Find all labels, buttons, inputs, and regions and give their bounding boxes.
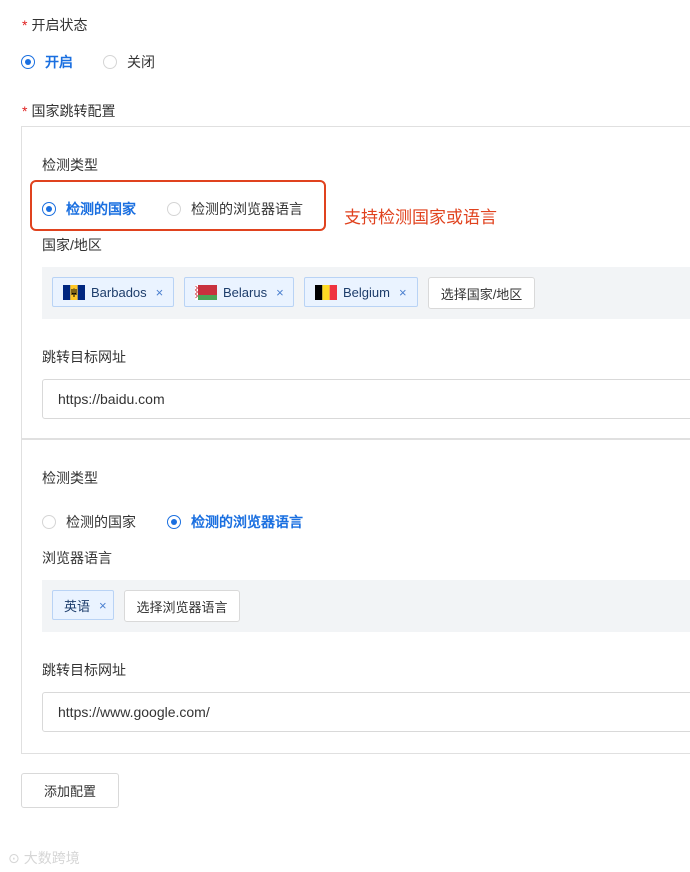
belgium-flag-icon	[315, 284, 337, 300]
country-tag-barbados: Barbados ×	[52, 277, 174, 307]
belarus-flag-icon	[195, 284, 217, 300]
target-url-input[interactable]: https://baidu.com	[42, 379, 690, 419]
radio-checked-icon	[21, 55, 35, 69]
tag-label: Barbados	[91, 284, 147, 300]
status-radio-group: 开启 关闭	[21, 52, 155, 72]
barbados-flag-icon	[63, 284, 85, 300]
tag-label: 英语	[64, 598, 91, 614]
select-browser-language-button[interactable]: 选择浏览器语言	[124, 590, 240, 622]
close-icon[interactable]: ×	[276, 285, 284, 300]
status-radio-off[interactable]: 关闭	[103, 52, 155, 72]
target-url-input[interactable]: https://www.google.com/	[42, 692, 690, 732]
close-icon[interactable]: ×	[99, 598, 107, 613]
annotation-text: 支持检测国家或语言	[344, 208, 497, 227]
status-field-label: * 开启状态	[22, 17, 88, 33]
browser-language-label: 浏览器语言	[42, 550, 112, 566]
tag-label: Belgium	[343, 284, 390, 300]
country-tag-area: Barbados × Belarus × Belgium × 选择国家/地区	[42, 267, 690, 319]
detect-type-radio-group: 检测的国家 检测的浏览器语言	[42, 512, 303, 532]
status-radio-on[interactable]: 开启	[21, 52, 73, 72]
close-icon[interactable]: ×	[156, 285, 164, 300]
radio-unchecked-icon	[42, 515, 56, 529]
required-mark: *	[22, 17, 28, 33]
language-tag-english: 英语 ×	[52, 590, 114, 620]
watermark-logo-icon: ⊙	[8, 850, 20, 866]
required-mark: *	[22, 103, 28, 119]
target-url-label: 跳转目标网址	[42, 662, 126, 678]
add-config-button[interactable]: 添加配置	[21, 773, 119, 808]
radio-checked-icon	[167, 515, 181, 529]
radio-unchecked-icon	[103, 55, 117, 69]
detect-type-label: 检测类型	[42, 157, 98, 173]
country-tag-belarus: Belarus ×	[184, 277, 294, 307]
highlight-box	[30, 180, 326, 231]
tag-label: Belarus	[223, 284, 268, 300]
language-tag-area: 英语 × 选择浏览器语言	[42, 580, 690, 632]
country-region-label: 国家/地区	[42, 237, 102, 253]
detect-type-label: 检测类型	[42, 470, 98, 486]
country-jump-field-label: * 国家跳转配置	[22, 103, 116, 119]
detect-country-radio[interactable]: 检测的国家	[42, 512, 136, 532]
select-country-region-button[interactable]: 选择国家/地区	[428, 277, 535, 309]
target-url-label: 跳转目标网址	[42, 349, 126, 365]
country-tag-belgium: Belgium ×	[304, 277, 418, 307]
watermark: ⊙ 大数跨境	[8, 850, 80, 866]
detect-browser-language-radio[interactable]: 检测的浏览器语言	[167, 512, 303, 532]
close-icon[interactable]: ×	[399, 285, 407, 300]
